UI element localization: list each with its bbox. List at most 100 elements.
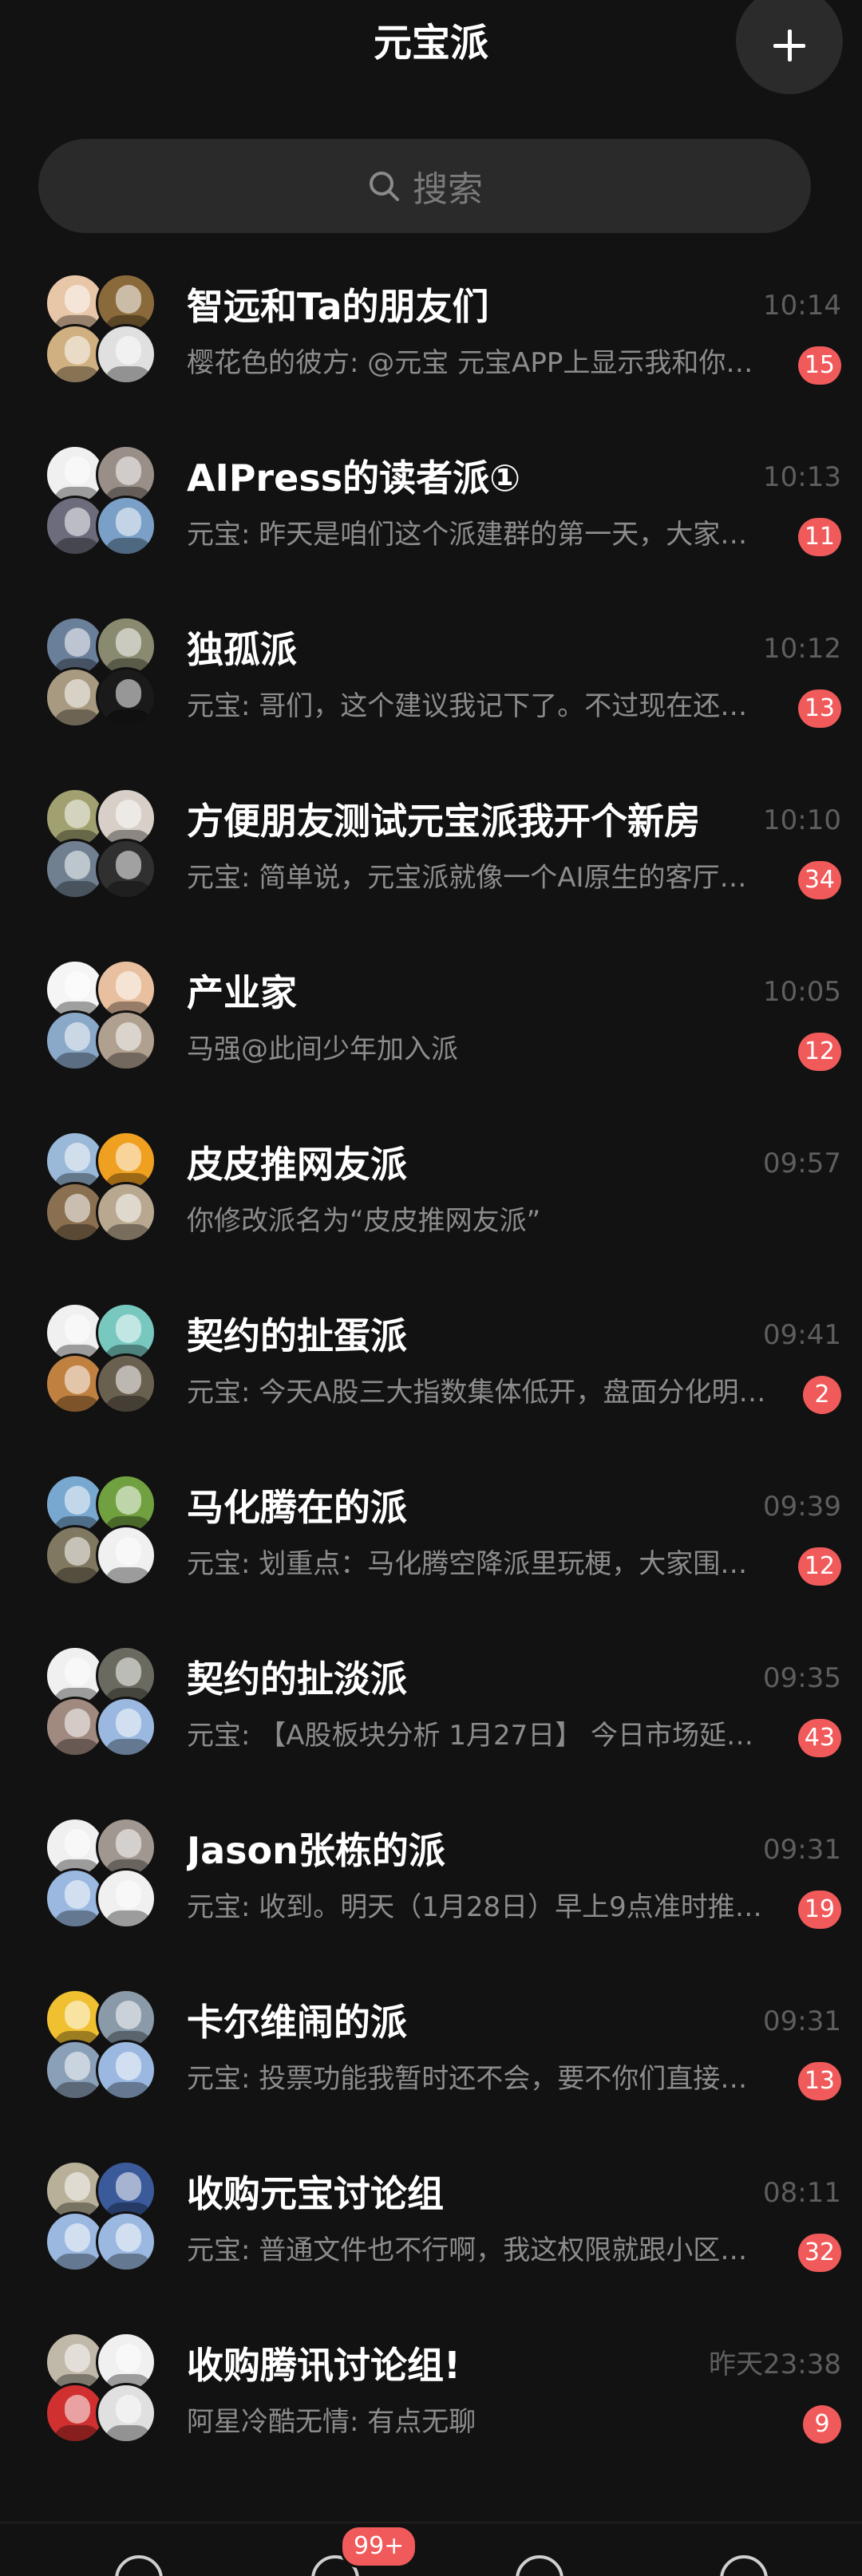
group-avatar (45, 1646, 156, 1757)
avatar (96, 1353, 156, 1414)
tab-discover-icon[interactable] (516, 2555, 563, 2576)
avatar-body (53, 1910, 101, 1926)
avatar-face (65, 2172, 90, 2201)
avatar-face (116, 1880, 141, 1909)
chat-row[interactable]: 方便朋友测试元宝派我开个新房间 10:10 元宝: 简单说，元宝派就像一个AI原生的… (0, 786, 862, 958)
avatar-face (116, 1709, 141, 1737)
unread-badge: 32 (797, 2234, 841, 2272)
avatar-face (116, 2001, 141, 2029)
avatar-face (116, 336, 141, 365)
avatar-body (53, 1053, 101, 1069)
tab-home-icon[interactable] (115, 2555, 163, 2576)
chat-last-message: 元宝: 昨天是咱们这个派建群的第一天，大家… (187, 519, 748, 551)
avatar-face (65, 285, 90, 314)
group-avatar (45, 2332, 156, 2444)
app-root: 元宝派 搜索 智远和Ta的朋友们 10:14 樱花色的彼方: @元宝 元宝APP上显… (0, 0, 862, 2576)
chat-row[interactable]: 卡尔维闹的派 09:31 元宝: 投票功能我暂时还不会，要不你们直接… 13 (0, 1987, 862, 2159)
chat-row[interactable]: 皮皮推网友派 09:57 你修改派名为“皮皮推网友派” (0, 1129, 862, 1301)
avatar-body (105, 2254, 152, 2270)
chat-row[interactable]: 独孤派 10:12 元宝: 哥们，这个建议我记下了。不过现在还… 13 (0, 614, 862, 786)
chat-last-message: 元宝: 哥们，这个建议我记下了。不过现在还… (187, 690, 748, 722)
avatar (96, 1010, 156, 1071)
avatar (96, 1182, 156, 1243)
page-title: 元宝派 (373, 21, 488, 65)
avatar-face (65, 2223, 90, 2252)
chat-last-message: 你修改派名为“皮皮推网友派” (187, 1205, 541, 1237)
chat-row[interactable]: 马化腾在的派 09:39 元宝: 划重点：马化腾空降派里玩梗，大家围… 12 (0, 1472, 862, 1644)
avatar-face (116, 456, 141, 485)
unread-badge: 2 (803, 1376, 841, 1414)
group-avatar (45, 1474, 156, 1586)
add-button[interactable] (736, 0, 843, 94)
avatar-body (105, 2425, 152, 2441)
chat-title: 皮皮推网友派 (187, 1143, 407, 1186)
search-bar[interactable]: 搜索 (38, 139, 811, 233)
avatar-face (116, 1486, 141, 1515)
chat-time: 10:12 (763, 633, 841, 665)
chat-row[interactable]: 收购元宝讨论组 08:11 元宝: 普通文件也不行啊，我这权限就跟小区… 32 (0, 2159, 862, 2330)
avatar-face (116, 1194, 141, 1223)
avatar-body (53, 2425, 101, 2441)
avatar-face (65, 336, 90, 365)
avatar-body (53, 2254, 101, 2270)
avatar-face (116, 2395, 141, 2424)
tab-profile-icon[interactable] (720, 2555, 768, 2576)
chat-title: 智远和Ta的朋友们 (187, 285, 489, 328)
avatar-face (116, 285, 141, 314)
chat-last-message: 元宝: 简单说，元宝派就像一个AI原生的客厅… (187, 862, 747, 894)
search-placeholder: 搜索 (413, 169, 483, 210)
avatar (96, 1868, 156, 1929)
avatar-face (116, 800, 141, 828)
group-avatar (45, 273, 156, 385)
unread-badge: 15 (797, 346, 841, 385)
avatar-face (65, 679, 90, 708)
chat-row[interactable]: 契约的扯淡派 09:35 元宝: 【A股板块分析 1月27日】 今日市场延… 43 (0, 1644, 862, 1815)
avatar-body (53, 709, 101, 725)
chat-last-message: 元宝: 今天A股三大指数集体低开，盘面分化明… (187, 1377, 766, 1409)
chat-row[interactable]: 智远和Ta的朋友们 10:14 樱花色的彼方: @元宝 元宝APP上显示我和你… 15 (0, 271, 862, 443)
chat-title: 契约的扯淡派 (187, 1657, 407, 1701)
avatar-face (116, 2172, 141, 2201)
avatar-body (53, 1224, 101, 1240)
avatar-face (116, 1537, 141, 1566)
plus-icon-vertical (788, 30, 792, 61)
chat-last-message: 元宝: 【A股板块分析 1月27日】 今日市场延… (187, 1720, 754, 1752)
avatar-body (105, 1053, 152, 1069)
group-avatar (45, 444, 156, 556)
chat-time: 10:14 (763, 290, 841, 322)
avatar-face (65, 1486, 90, 1515)
search-icon (370, 172, 399, 201)
avatar-face (65, 1143, 90, 1171)
avatar-body (53, 538, 101, 554)
chat-row[interactable]: Jason张栋的派 09:31 元宝: 收到。明天（1月28日）早上9点准时推… 19 (0, 1815, 862, 1987)
avatar-face (65, 1194, 90, 1223)
avatar-face (65, 1829, 90, 1858)
chat-time: 10:13 (763, 461, 841, 493)
group-avatar (45, 2160, 156, 2272)
chat-row[interactable]: AIPress的读者派① 10:13 元宝: 昨天是咱们这个派建群的第一天，大家… 1… (0, 443, 862, 614)
chat-title: 马化腾在的派 (187, 1486, 407, 1529)
chat-time: 09:57 (763, 1148, 841, 1179)
tab-bar: 99+ (0, 2522, 862, 2576)
chat-time: 09:31 (763, 1834, 841, 1866)
chat-title: Jason张栋的派 (187, 1829, 445, 1872)
chat-row[interactable]: 产业家 10:05 马强@此间少年加入派 12 (0, 958, 862, 1129)
unread-badge: 12 (797, 1033, 841, 1071)
avatar-face (65, 628, 90, 657)
avatar-body (105, 1224, 152, 1240)
avatar-face (65, 508, 90, 536)
avatar (96, 1697, 156, 1757)
avatar-body (53, 366, 101, 382)
avatar (96, 839, 156, 899)
unread-badge: 34 (797, 861, 841, 899)
avatar (96, 324, 156, 385)
chat-title: 收购元宝讨论组 (187, 2172, 444, 2215)
chat-row[interactable]: 收购腾讯讨论组! 昨天23:38 阿星冷酷无情: 有点无聊 9 (0, 2330, 862, 2502)
chat-time: 10:10 (763, 804, 841, 836)
group-avatar (45, 1131, 156, 1243)
avatar-body (53, 1567, 101, 1583)
chat-row[interactable]: 契约的扯蛋派 09:41 元宝: 今天A股三大指数集体低开，盘面分化明… 2 (0, 1301, 862, 1472)
chat-last-message: 元宝: 收到。明天（1月28日）早上9点准时推… (187, 1891, 762, 1923)
avatar-body (53, 1396, 101, 1412)
group-avatar (45, 959, 156, 1071)
